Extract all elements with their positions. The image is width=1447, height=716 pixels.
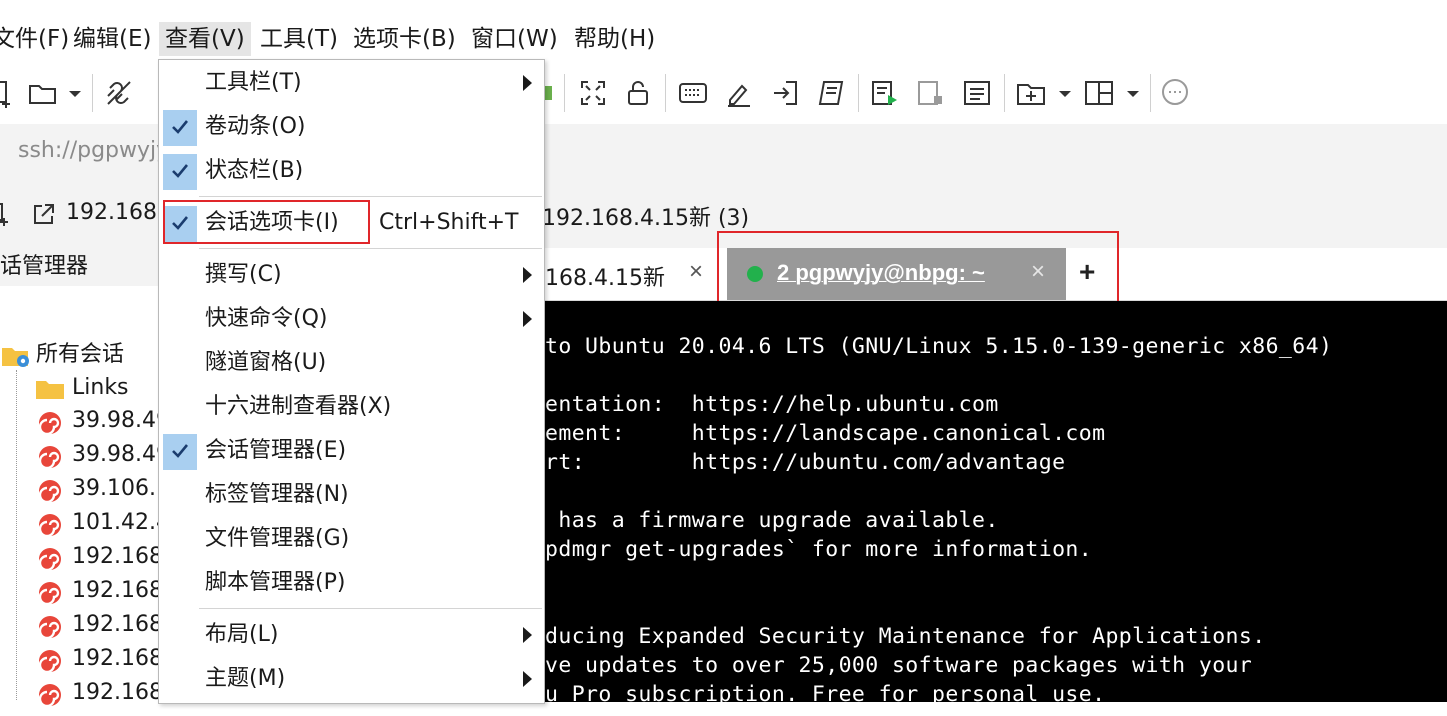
submenu-arrow-icon xyxy=(523,267,532,283)
new-session-icon[interactable] xyxy=(0,76,18,110)
menu-separator xyxy=(199,196,542,197)
chevron-down-icon[interactable] xyxy=(1054,76,1076,110)
menu-item-hex-viewer[interactable]: 十六进制查看器(X) xyxy=(159,386,544,430)
terminal-line: u Pro subscription. Free for personal us… xyxy=(545,682,1106,707)
window-top-strip xyxy=(0,0,1447,16)
ssh-session-icon xyxy=(36,545,64,572)
terminal-line: entation: https://help.ubuntu.com xyxy=(545,392,999,417)
menu-item-theme[interactable]: 主题(M) xyxy=(159,658,544,702)
terminal-line: rt: https://ubuntu.com/advantage xyxy=(545,450,1066,475)
menu-item-tag-manager[interactable]: 标签管理器(N) xyxy=(159,474,544,518)
tab-close-icon[interactable]: × xyxy=(689,258,703,286)
menu-separator xyxy=(199,608,542,609)
ssh-session-icon xyxy=(36,443,64,470)
keyboard-icon[interactable] xyxy=(676,76,710,110)
menu-edit[interactable]: 编辑(E) xyxy=(67,22,157,56)
submenu-arrow-icon xyxy=(523,627,532,643)
quick-connect-session[interactable]: 192.168. xyxy=(66,200,164,225)
menu-item-statusbar[interactable]: 状态栏(B) xyxy=(159,150,544,194)
terminal-output[interactable]: to Ubuntu 20.04.6 LTS (GNU/Linux 5.15.0-… xyxy=(545,301,1447,707)
toolbar-separator xyxy=(1150,74,1151,112)
compose-icon[interactable] xyxy=(722,76,756,110)
ssh-session-icon xyxy=(36,579,64,606)
checkmark-icon xyxy=(163,154,197,190)
disconnect-icon[interactable] xyxy=(102,76,136,110)
checkmark-icon xyxy=(163,434,197,470)
menu-item-session-manager[interactable]: 会话管理器(E) xyxy=(159,430,544,474)
submenu-arrow-icon xyxy=(523,671,532,687)
ssh-session-icon xyxy=(36,681,64,708)
menu-tools[interactable]: 工具(T) xyxy=(254,22,344,56)
external-link-icon[interactable] xyxy=(32,202,56,226)
folder-settings-icon xyxy=(2,344,30,368)
menu-item-scrollbar[interactable]: 卷动条(O) xyxy=(159,106,544,150)
folder-icon xyxy=(36,378,64,400)
view-dropdown-menu: 工具栏(T) 卷动条(O) 状态栏(B) 会话选项卡(I) Ctrl+Shift… xyxy=(158,59,545,704)
menu-item-file-manager[interactable]: 文件管理器(G) xyxy=(159,518,544,562)
ssh-session-icon xyxy=(36,647,64,674)
new-connection-icon[interactable] xyxy=(0,202,10,226)
menu-item-toolbar[interactable]: 工具栏(T) xyxy=(159,62,544,106)
menu-item-script-manager[interactable]: 脚本管理器(P) xyxy=(159,562,544,606)
ssh-session-icon xyxy=(36,477,64,504)
toolbar-separator xyxy=(665,74,666,112)
toolbar-separator xyxy=(858,74,859,112)
ssh-session-icon xyxy=(36,613,64,640)
lock-icon[interactable] xyxy=(621,76,655,110)
menu-bar: 文件(F) 编辑(E) 查看(V) 工具(T) 选项卡(B) 窗口(W) 帮助(… xyxy=(0,16,1447,62)
submenu-arrow-icon xyxy=(523,75,532,91)
run-script-icon[interactable] xyxy=(868,76,902,110)
chat-icon[interactable] xyxy=(1158,76,1192,110)
ssh-session-icon xyxy=(36,409,64,436)
toolbar-separator xyxy=(564,74,565,112)
terminal-line: ducing Expanded Security Maintenance for… xyxy=(545,624,1266,649)
menu-help[interactable]: 帮助(H) xyxy=(568,22,661,56)
script-icon[interactable] xyxy=(814,76,848,110)
chevron-down-icon[interactable] xyxy=(64,76,86,110)
notes-icon[interactable] xyxy=(960,76,994,110)
menu-shortcut: Ctrl+Shift+T xyxy=(379,210,519,235)
menu-item-compose[interactable]: 撰写(C) xyxy=(159,254,544,298)
menu-file[interactable]: 文件(F) xyxy=(0,22,75,56)
address-text: ssh://pgpwyjy xyxy=(18,138,170,163)
new-tab-icon[interactable] xyxy=(1014,76,1048,110)
terminal-line: ve updates to over 25,000 software packa… xyxy=(545,653,1253,678)
menu-view[interactable]: 查看(V) xyxy=(159,22,251,56)
fullscreen-icon[interactable] xyxy=(576,76,610,110)
highlight-box xyxy=(163,200,370,244)
tree-guide-line xyxy=(16,370,18,700)
chevron-down-icon[interactable] xyxy=(1122,76,1144,110)
terminal-line: has a firmware upgrade available. xyxy=(545,508,999,533)
checkmark-icon xyxy=(163,110,197,146)
menu-tabs[interactable]: 选项卡(B) xyxy=(347,22,462,56)
layout-icon[interactable] xyxy=(1082,76,1116,110)
toolbar-separator xyxy=(1004,74,1005,112)
quick-connect-session[interactable]: 192.168.4.15新 (3) xyxy=(542,200,749,232)
submenu-arrow-icon xyxy=(523,311,532,327)
tab-session-1[interactable]: 168.4.15新 × xyxy=(545,248,721,300)
open-folder-icon[interactable] xyxy=(26,76,60,110)
terminal-line: pdmgr get-upgrades` for more information… xyxy=(545,537,1093,562)
login-icon[interactable] xyxy=(768,76,802,110)
menu-item-tunnel-pane[interactable]: 隧道窗格(U) xyxy=(159,342,544,386)
stop-script-icon[interactable] xyxy=(914,76,948,110)
toolbar-separator xyxy=(92,74,93,112)
terminal-line: to Ubuntu 20.04.6 LTS (GNU/Linux 5.15.0-… xyxy=(545,334,1333,359)
menu-separator xyxy=(199,248,542,249)
terminal-line: ement: https://landscape.canonical.com xyxy=(545,421,1106,446)
menu-window[interactable]: 窗口(W) xyxy=(465,22,564,56)
menu-item-quick-commands[interactable]: 快速命令(Q) xyxy=(159,298,544,342)
ssh-session-icon xyxy=(36,511,64,538)
menu-item-layout[interactable]: 布局(L) xyxy=(159,614,544,658)
